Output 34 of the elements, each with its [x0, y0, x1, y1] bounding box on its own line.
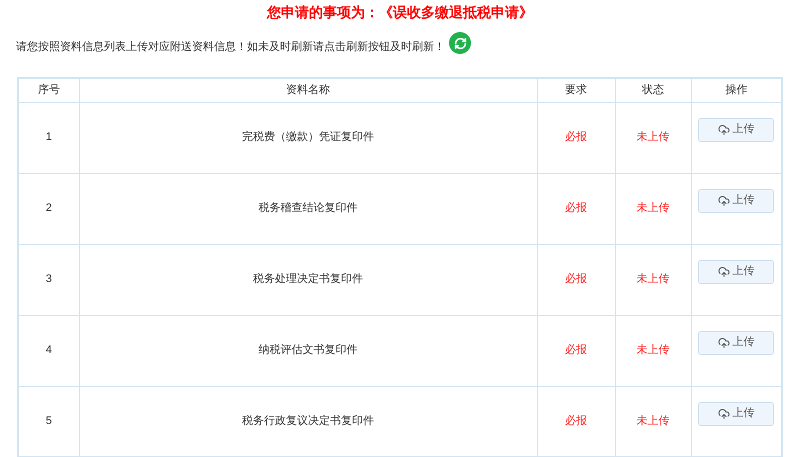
refresh-button[interactable] [449, 32, 471, 54]
table-cell: 1 [18, 102, 79, 173]
table-cell: 2 [18, 173, 79, 244]
table-cell: 未上传 [615, 315, 691, 386]
upload-button[interactable]: 上传 [698, 260, 774, 284]
column-header: 序号 [18, 78, 79, 102]
page-title: 您申请的事项为：《误收多缴退抵税申请》 [267, 3, 533, 22]
table-cell: 3 [18, 244, 79, 315]
table-cell: 未上传 [615, 173, 691, 244]
refresh-icon [454, 36, 466, 50]
instruction-text: 请您按照资料信息列表上传对应附送资料信息！如未及时刷新请点击刷新按钮及时刷新！ [16, 40, 445, 55]
table-cell: 必报 [537, 102, 615, 173]
table-cell: 4 [18, 315, 79, 386]
upload-button[interactable]: 上传 [698, 330, 774, 354]
cloud-upload-icon [718, 124, 730, 136]
table-cell: 未上传 [615, 244, 691, 315]
cloud-upload-icon [718, 408, 730, 420]
cloud-upload-icon [718, 336, 730, 348]
table-cell: 必报 [537, 173, 615, 244]
column-header: 状态 [615, 78, 691, 102]
column-header: 要求 [537, 78, 615, 102]
cloud-upload-icon [718, 194, 730, 206]
table-cell: 必报 [537, 244, 615, 315]
table-cell: 税务处理决定书复印件 [79, 244, 537, 315]
table-cell: 未上传 [615, 102, 691, 173]
column-header: 资料名称 [79, 78, 537, 102]
table-cell: 完税费（缴款）凭证复印件 [79, 102, 537, 173]
upload-button[interactable]: 上传 [698, 188, 774, 212]
cloud-upload-icon [718, 266, 730, 278]
table-cell: 纳税评估文书复印件 [79, 315, 537, 386]
table-cell: 必报 [537, 315, 615, 386]
upload-button[interactable]: 上传 [698, 118, 774, 142]
upload-button[interactable]: 上传 [698, 402, 774, 426]
table-cell: 税务稽查结论复印件 [79, 173, 537, 244]
